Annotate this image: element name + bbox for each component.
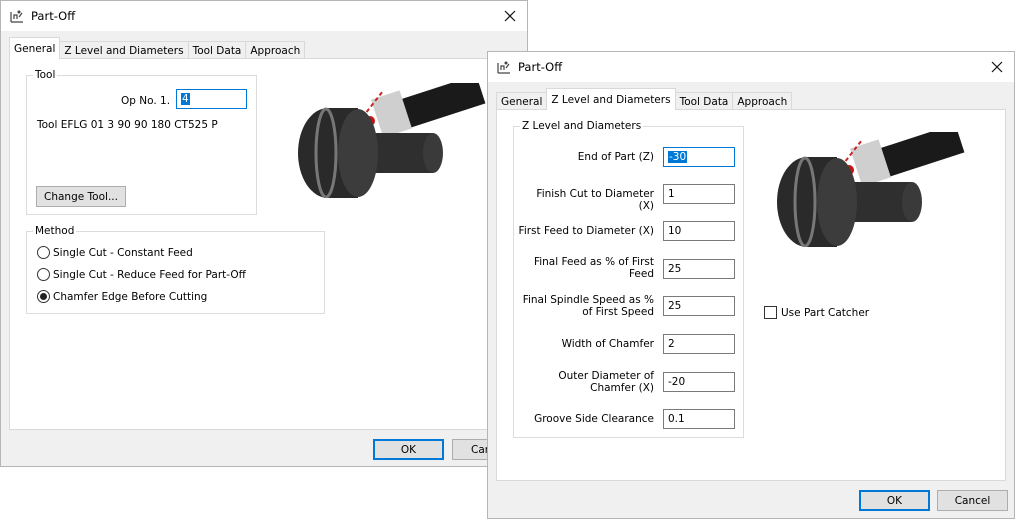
tool-group-legend: Tool	[33, 69, 58, 81]
op-number-input[interactable]: 4	[176, 89, 247, 109]
groove-side-clearance-input[interactable]: 0.1	[663, 409, 735, 429]
change-tool-button[interactable]: Change Tool...	[36, 186, 126, 207]
close-icon	[504, 10, 516, 22]
tab-strip: General Z Level and Diameters Tool Data …	[496, 88, 793, 110]
outer-diameter-of-chamfer-input[interactable]: -20	[663, 372, 735, 392]
use-part-catcher-checkbox[interactable]: Use Part Catcher	[764, 306, 869, 319]
app-icon	[10, 10, 23, 23]
radio-chamfer-edge[interactable]: Chamfer Edge Before Cutting	[37, 290, 207, 303]
close-button[interactable]	[501, 7, 519, 25]
part-off-dialog-back: Part-Off General Z Level and Diameters T…	[0, 0, 528, 467]
end-of-part-label: End of Part (Z)	[577, 151, 654, 163]
cancel-button[interactable]: Cancel	[937, 490, 1008, 511]
finish-cut-input[interactable]: 1	[663, 184, 735, 204]
radio-label: Single Cut - Reduce Feed for Part-Off	[53, 268, 246, 281]
tab-panel: Z Level and Diameters End of Part (Z) -3…	[496, 109, 1006, 481]
groove-side-clearance-label: Groove Side Clearance	[534, 413, 654, 425]
finish-cut-label: Finish Cut to Diameter (X)	[536, 188, 654, 212]
end-of-part-input[interactable]: -30	[663, 147, 735, 167]
tab-general[interactable]: General	[496, 92, 548, 110]
part-off-dialog-front: Part-Off General Z Level and Diameters T…	[487, 51, 1015, 519]
tab-z-level-and-diameters[interactable]: Z Level and Diameters	[546, 88, 676, 110]
window-title: Part-Off	[31, 9, 76, 23]
part-off-illustration	[298, 83, 486, 198]
tab-general[interactable]: General	[9, 37, 61, 59]
close-icon	[991, 61, 1003, 73]
final-feed-input[interactable]: 25	[663, 259, 735, 279]
z-level-group-legend: Z Level and Diameters	[520, 120, 644, 132]
radio-single-cut-reduce-feed[interactable]: Single Cut - Reduce Feed for Part-Off	[37, 268, 246, 281]
tab-panel: Tool Op No. 1. 4 Tool EFLG 01 3 90 90 18…	[9, 58, 521, 430]
op-number-label: Op No. 1.	[121, 95, 171, 107]
final-spindle-speed-label: Final Spindle Speed as % of First Speed	[522, 294, 654, 318]
tab-tool-data[interactable]: Tool Data	[187, 41, 247, 59]
first-feed-input[interactable]: 10	[663, 221, 735, 241]
radio-button[interactable]	[37, 268, 50, 281]
title-bar[interactable]: Part-Off	[488, 52, 1014, 82]
radio-label: Single Cut - Constant Feed	[53, 246, 193, 259]
use-part-catcher-label: Use Part Catcher	[781, 306, 870, 319]
radio-label: Chamfer Edge Before Cutting	[53, 290, 208, 303]
window-title: Part-Off	[518, 60, 563, 74]
final-feed-label: Final Feed as % of First Feed	[533, 256, 654, 280]
tab-approach[interactable]: Approach	[732, 92, 793, 110]
tab-approach[interactable]: Approach	[245, 41, 306, 59]
title-bar[interactable]: Part-Off	[1, 1, 527, 31]
tool-description: Tool EFLG 01 3 90 90 180 CT525 P	[37, 119, 218, 131]
ok-button[interactable]: OK	[373, 439, 444, 460]
method-group: Method Single Cut - Constant Feed Single…	[26, 225, 325, 314]
tab-z-level-and-diameters[interactable]: Z Level and Diameters	[59, 41, 189, 59]
width-of-chamfer-label: Width of Chamfer	[561, 338, 654, 350]
width-of-chamfer-input[interactable]: 2	[663, 334, 735, 354]
app-icon	[497, 61, 510, 74]
radio-single-cut-constant-feed[interactable]: Single Cut - Constant Feed	[37, 246, 193, 259]
radio-button[interactable]	[37, 246, 50, 259]
ok-button[interactable]: OK	[859, 490, 930, 511]
first-feed-label: First Feed to Diameter (X)	[518, 225, 654, 237]
radio-button-selected[interactable]	[37, 290, 50, 303]
final-spindle-speed-input[interactable]: 25	[663, 296, 735, 316]
method-group-legend: Method	[33, 225, 77, 237]
close-button[interactable]	[988, 58, 1006, 76]
tab-strip: General Z Level and Diameters Tool Data …	[9, 37, 306, 59]
checkbox[interactable]	[764, 306, 777, 319]
tab-tool-data[interactable]: Tool Data	[674, 92, 734, 110]
z-level-group: Z Level and Diameters End of Part (Z) -3…	[513, 120, 744, 438]
outer-diameter-of-chamfer-label: Outer Diameter of Chamfer (X)	[558, 370, 654, 394]
tool-group: Tool Op No. 1. 4 Tool EFLG 01 3 90 90 18…	[26, 69, 257, 215]
part-off-illustration	[777, 132, 965, 247]
